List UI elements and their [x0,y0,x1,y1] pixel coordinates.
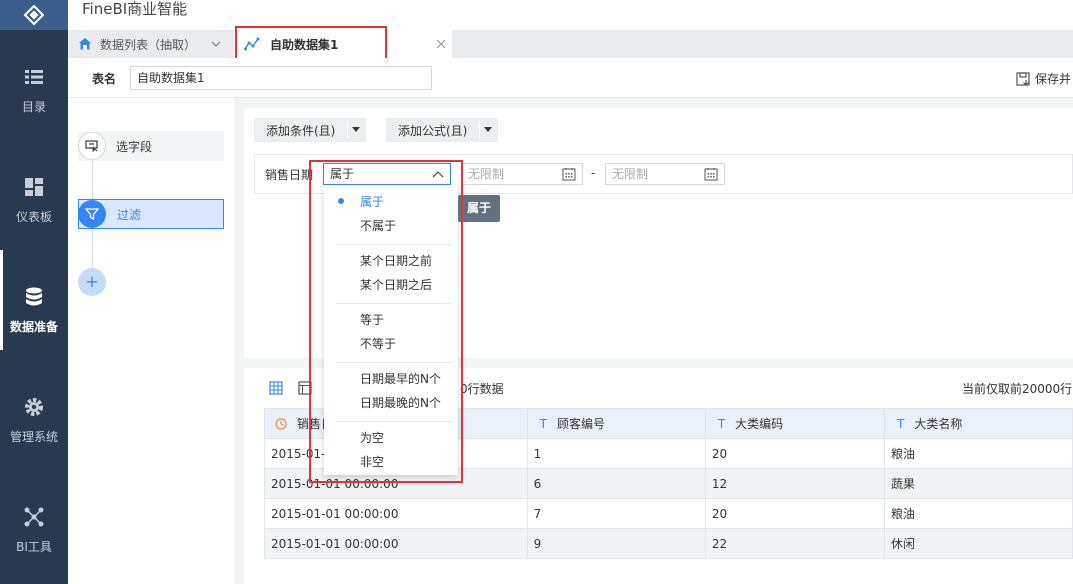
step-label: 过滤 [117,207,142,222]
database-icon [26,287,42,306]
save-button[interactable]: 保存并 [1016,70,1071,87]
table-cell: 粮油 [883,438,1073,469]
start-date-placeholder: 无限制 [468,167,505,181]
step-label: 选字段 [116,139,153,154]
sidebar-item-catalog[interactable]: 目录 [0,30,68,130]
top-bar [68,0,1073,30]
dashboard-icon [25,178,43,196]
filter-icon [85,208,99,221]
tab-data-list[interactable]: 数据列表（抽取） [78,30,236,58]
table-cell: 休闲 [883,528,1073,559]
chevron-down-icon[interactable] [210,38,222,50]
finebi-logo-icon [23,4,45,26]
button-divider [347,122,348,138]
table-row: 2015-01-01 00:00:00 9 22 休闲 [264,528,1073,559]
table-cell: 22 [704,528,885,559]
table-cell: 2015-01-01 00:00:00 [264,498,528,529]
table-cell: 2015-01-01 00:00:00 [264,528,528,559]
step-filter[interactable]: 过滤 [78,199,224,229]
grid-view-icon[interactable] [269,381,283,395]
step-circle [78,132,106,160]
sidebar-item-bi-tools[interactable]: BI工具 [0,470,68,570]
app-logo[interactable] [0,0,68,30]
sidebar-item-label: 目录 [21,100,46,114]
table-cell: 粮油 [883,498,1073,529]
tab-bar: 数据列表（抽取） 自助数据集1 [68,30,1073,58]
add-formula-label: 添加公式(且) [398,123,468,138]
add-step-button[interactable]: + [78,268,106,296]
end-date-placeholder: 无限制 [612,167,649,181]
table-cell: 6 [526,468,706,499]
start-date-input[interactable]: 无限制 [461,163,583,185]
table-cell: 20 [704,498,885,529]
sidebar-item-management[interactable]: 管理系统 [0,360,68,460]
gear-icon [25,398,43,416]
column-header-label: 大类编码 [735,417,784,431]
sidebar-item-data-prep[interactable]: 数据准备 [0,250,68,350]
preview-limit-info: 当前仅取前20000行 [962,382,1073,396]
column-header-category-name[interactable]: T 大类名称 [883,408,1073,439]
text-type-icon: T [717,417,726,431]
table-cell: 9 [526,528,706,559]
table-cell: 7 [526,498,706,529]
list-icon [25,70,43,84]
steps-panel: 选字段 过滤 + [68,98,234,584]
caret-down-icon[interactable] [483,126,493,134]
step-select-fields[interactable]: 选字段 [78,131,224,161]
preview-row-count: 0行数据 [460,382,504,396]
plus-icon: + [85,272,99,291]
column-header-label: 大类名称 [914,417,963,431]
table-cell: 蔬果 [883,468,1073,499]
sidebar-item-label: 管理系统 [9,430,58,444]
sidebar-item-dashboard[interactable]: 仪表板 [0,140,68,240]
close-icon[interactable] [436,39,446,49]
step-circle [78,200,106,228]
add-condition-button[interactable]: 添加条件(且) [254,118,366,142]
table-cell: 20 [704,438,885,469]
column-header-category-code[interactable]: T 大类编码 [704,408,885,439]
sidebar-item-label: 仪表板 [15,210,52,224]
text-type-icon: T [896,417,905,431]
home-icon [79,38,91,50]
save-button-label: 保存并 [1035,72,1072,86]
text-type-icon: T [539,417,547,431]
clock-icon [275,418,287,430]
table-row: 2015-01-01 00:00:00 7 20 粮油 [264,498,1073,529]
app-title: FineBI商业智能 [82,0,188,18]
tab-label: 数据列表（抽取） [100,37,197,52]
calendar-icon[interactable] [704,167,718,181]
sidebar-item-label: 数据准备 [9,320,58,334]
step-add[interactable]: + [78,267,108,297]
column-header-label: 顾客编号 [557,417,606,431]
field-select-icon [85,140,98,153]
dataset-name-row: 表名 自助数据集1 保存并 [68,58,1073,98]
date-range-dash: - [591,166,596,180]
table-cell: 1 [526,438,706,469]
calendar-icon[interactable] [562,167,576,181]
table-cell: 12 [704,468,885,499]
sidebar: 目录 仪表板 数据准备 管理系统 BI工具 [0,0,68,584]
operator-tooltip: 属于 [458,195,500,222]
save-icon [1016,71,1030,86]
add-formula-button[interactable]: 添加公式(且) [386,118,498,142]
button-divider [479,122,480,138]
caret-down-icon[interactable] [351,126,361,134]
add-condition-label: 添加条件(且) [266,123,336,138]
column-header-customer-id[interactable]: T 顾客编号 [526,408,706,439]
bi-tools-icon [24,507,44,527]
sidebar-item-label: BI工具 [16,540,52,554]
filter-field-label: 销售日期 [265,168,314,182]
dataset-name-label: 表名 [92,72,117,86]
end-date-input[interactable]: 无限制 [605,163,725,185]
highlight-box-dropdown [309,160,463,483]
dataset-name-input[interactable]: 自助数据集1 [130,66,432,90]
